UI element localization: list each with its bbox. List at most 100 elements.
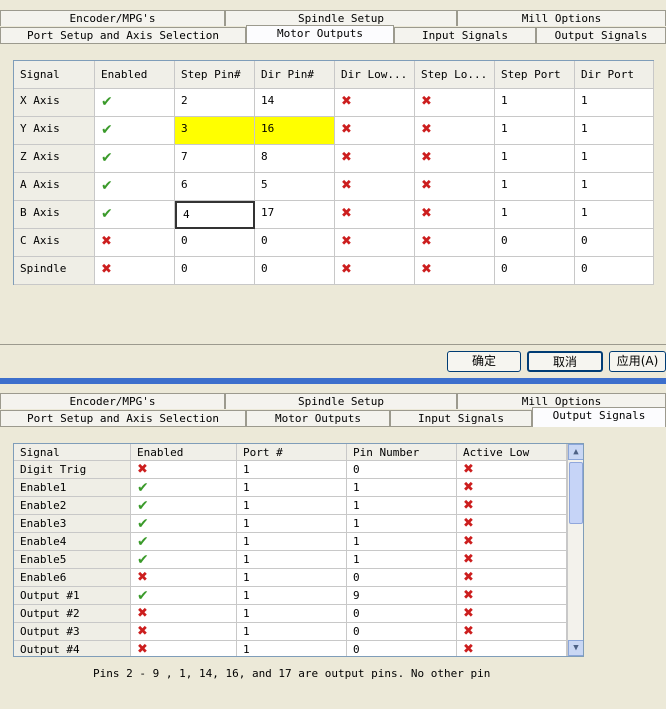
- port-cell[interactable]: 1: [237, 497, 347, 515]
- tab-spindle-setup[interactable]: Spindle Setup: [225, 10, 457, 26]
- scroll-up-icon[interactable]: ▲: [568, 444, 583, 460]
- dir-port-cell[interactable]: 1: [575, 89, 654, 117]
- highlighted-step-pin-cell[interactable]: 3: [175, 117, 255, 145]
- active-low-cell[interactable]: ✖: [457, 569, 567, 587]
- enabled-cell[interactable]: ✔: [95, 145, 175, 173]
- enabled-cell[interactable]: ✔: [131, 551, 237, 569]
- tab-mill-options[interactable]: Mill Options: [457, 10, 666, 26]
- enabled-cell[interactable]: ✖: [95, 257, 175, 285]
- step-pin-cell[interactable]: 2: [175, 89, 255, 117]
- step-low-cell[interactable]: ✖: [415, 145, 495, 173]
- dir-pin-cell[interactable]: 17: [255, 201, 335, 229]
- pin-number-cell[interactable]: 9: [347, 587, 457, 605]
- highlighted-dir-pin-cell[interactable]: 16: [255, 117, 335, 145]
- dir-port-cell[interactable]: 1: [575, 117, 654, 145]
- port-cell[interactable]: 1: [237, 641, 347, 656]
- dir-port-cell[interactable]: 0: [575, 229, 654, 257]
- pin-number-cell[interactable]: 1: [347, 533, 457, 551]
- port-cell[interactable]: 1: [237, 623, 347, 641]
- step-port-cell[interactable]: 1: [495, 145, 575, 173]
- step-pin-cell[interactable]: 6: [175, 173, 255, 201]
- step-pin-cell[interactable]: 7: [175, 145, 255, 173]
- dir-pin-cell[interactable]: 8: [255, 145, 335, 173]
- focused-step-pin-cell[interactable]: 4: [175, 201, 255, 229]
- active-low-cell[interactable]: ✖: [457, 605, 567, 623]
- active-low-cell[interactable]: ✖: [457, 515, 567, 533]
- active-low-cell[interactable]: ✖: [457, 587, 567, 605]
- enabled-cell[interactable]: ✖: [131, 641, 237, 656]
- step-low-cell[interactable]: ✖: [415, 117, 495, 145]
- enabled-cell[interactable]: ✔: [131, 479, 237, 497]
- active-low-cell[interactable]: ✖: [457, 497, 567, 515]
- port-cell[interactable]: 1: [237, 461, 347, 479]
- enabled-cell[interactable]: ✔: [95, 173, 175, 201]
- dir-pin-cell[interactable]: 14: [255, 89, 335, 117]
- enabled-cell[interactable]: ✔: [131, 497, 237, 515]
- vertical-scrollbar[interactable]: ▲ ▼: [567, 444, 583, 656]
- dir-pin-cell[interactable]: 0: [255, 257, 335, 285]
- enabled-cell[interactable]: ✔: [131, 515, 237, 533]
- apply-button[interactable]: 应用(A): [609, 351, 666, 372]
- step-port-cell[interactable]: 0: [495, 257, 575, 285]
- enabled-cell[interactable]: ✖: [131, 605, 237, 623]
- active-low-cell[interactable]: ✖: [457, 623, 567, 641]
- pin-number-cell[interactable]: 0: [347, 641, 457, 656]
- tab-port-setup-2[interactable]: Port Setup and Axis Selection: [0, 410, 246, 426]
- enabled-cell[interactable]: ✔: [131, 533, 237, 551]
- step-port-cell[interactable]: 1: [495, 201, 575, 229]
- pin-number-cell[interactable]: 1: [347, 479, 457, 497]
- pin-number-cell[interactable]: 0: [347, 605, 457, 623]
- dir-low-cell[interactable]: ✖: [335, 117, 415, 145]
- dir-low-cell[interactable]: ✖: [335, 173, 415, 201]
- active-low-cell[interactable]: ✖: [457, 479, 567, 497]
- dir-low-cell[interactable]: ✖: [335, 257, 415, 285]
- dir-pin-cell[interactable]: 0: [255, 229, 335, 257]
- pin-number-cell[interactable]: 1: [347, 515, 457, 533]
- active-low-cell[interactable]: ✖: [457, 533, 567, 551]
- step-low-cell[interactable]: ✖: [415, 201, 495, 229]
- port-cell[interactable]: 1: [237, 551, 347, 569]
- tab-encoder-mpg-2[interactable]: Encoder/MPG's: [0, 393, 225, 409]
- enabled-cell[interactable]: ✔: [95, 201, 175, 229]
- cancel-button[interactable]: 取消: [527, 351, 603, 372]
- pin-number-cell[interactable]: 0: [347, 461, 457, 479]
- pin-number-cell[interactable]: 0: [347, 569, 457, 587]
- active-low-cell[interactable]: ✖: [457, 551, 567, 569]
- port-cell[interactable]: 1: [237, 605, 347, 623]
- pin-number-cell[interactable]: 1: [347, 551, 457, 569]
- dir-port-cell[interactable]: 1: [575, 145, 654, 173]
- dir-low-cell[interactable]: ✖: [335, 201, 415, 229]
- step-low-cell[interactable]: ✖: [415, 89, 495, 117]
- pin-number-cell[interactable]: 1: [347, 497, 457, 515]
- scroll-thumb[interactable]: [569, 462, 583, 524]
- step-low-cell[interactable]: ✖: [415, 173, 495, 201]
- enabled-cell[interactable]: ✔: [95, 89, 175, 117]
- step-pin-cell[interactable]: 0: [175, 229, 255, 257]
- ok-button[interactable]: 确定: [447, 351, 521, 372]
- port-cell[interactable]: 1: [237, 479, 347, 497]
- port-cell[interactable]: 1: [237, 533, 347, 551]
- tab-spindle-setup-2[interactable]: Spindle Setup: [225, 393, 457, 409]
- tab-motor-outputs-2[interactable]: Motor Outputs: [246, 410, 390, 426]
- enabled-cell[interactable]: ✖: [95, 229, 175, 257]
- tab-motor-outputs[interactable]: Motor Outputs: [246, 25, 394, 43]
- tab-encoder-mpg[interactable]: Encoder/MPG's: [0, 10, 225, 26]
- dir-pin-cell[interactable]: 5: [255, 173, 335, 201]
- tab-port-setup[interactable]: Port Setup and Axis Selection: [0, 27, 246, 43]
- active-low-cell[interactable]: ✖: [457, 641, 567, 656]
- active-low-cell[interactable]: ✖: [457, 461, 567, 479]
- dir-low-cell[interactable]: ✖: [335, 229, 415, 257]
- tab-input-signals-2[interactable]: Input Signals: [390, 410, 532, 426]
- step-port-cell[interactable]: 1: [495, 117, 575, 145]
- dir-port-cell[interactable]: 1: [575, 173, 654, 201]
- step-low-cell[interactable]: ✖: [415, 229, 495, 257]
- enabled-cell[interactable]: ✖: [131, 569, 237, 587]
- port-cell[interactable]: 1: [237, 569, 347, 587]
- enabled-cell[interactable]: ✔: [95, 117, 175, 145]
- enabled-cell[interactable]: ✔: [131, 587, 237, 605]
- tab-output-signals-2[interactable]: Output Signals: [532, 407, 666, 427]
- scroll-down-icon[interactable]: ▼: [568, 640, 583, 656]
- port-cell[interactable]: 1: [237, 515, 347, 533]
- step-pin-cell[interactable]: 0: [175, 257, 255, 285]
- step-low-cell[interactable]: ✖: [415, 257, 495, 285]
